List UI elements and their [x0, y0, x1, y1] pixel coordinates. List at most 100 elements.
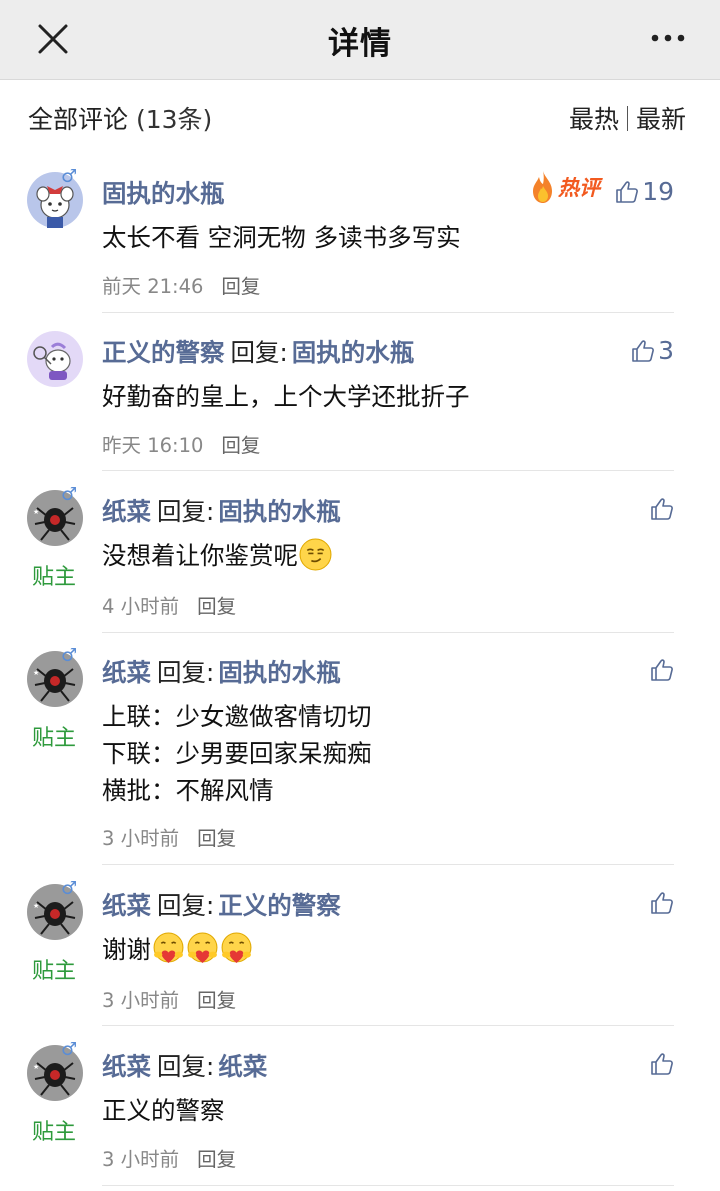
reply-button[interactable]: 回复	[197, 595, 236, 618]
like-button[interactable]: 19	[615, 177, 674, 206]
sort-divider	[626, 106, 628, 131]
comment-time: 3 小时前	[102, 1148, 180, 1171]
male-icon: ♂	[61, 878, 78, 899]
male-icon: ♂	[61, 1039, 78, 1060]
svg-text:★: ★	[33, 902, 39, 910]
reply-button[interactable]: 回复	[221, 434, 260, 457]
avatar[interactable]: ★ ♂	[27, 484, 83, 546]
comment-author[interactable]: 纸菜	[102, 658, 151, 687]
heart-hug-emoji-icon	[187, 932, 218, 963]
avatar[interactable]: ★ ♂	[27, 878, 83, 940]
comments-title-label: 全部评论	[28, 105, 129, 134]
comment-meta: 昨天 16:10 回复	[102, 429, 260, 458]
comments-title: 全部评论 (13条)	[28, 100, 212, 136]
comment-line: 下联：少男要回家呆痴痴	[102, 739, 372, 768]
thumbs-up-icon	[651, 659, 673, 681]
comment-author-line: 纸菜 回复: 正义的警察	[102, 887, 341, 922]
comment-meta: 4 小时前 回复	[102, 590, 236, 619]
comment-time: 4 小时前	[102, 595, 180, 618]
reply-target[interactable]: 固执的水瓶	[218, 497, 341, 526]
reply-button[interactable]: 回复	[197, 827, 236, 850]
comment-content: 正义的警察	[102, 1096, 225, 1125]
like-button[interactable]: 3	[631, 336, 674, 365]
male-icon: ♂	[61, 645, 78, 666]
comment-time: 昨天 16:10	[102, 434, 204, 457]
comment-author[interactable]: 正义的警察	[102, 338, 225, 367]
comment-author-line: 纸菜 回复: 纸菜	[102, 1048, 267, 1083]
comment-content: 太长不看 空洞无物 多读书多写实	[102, 223, 461, 252]
comment-author[interactable]: 固执的水瓶	[102, 179, 225, 208]
avatar[interactable]: ★ ♂	[27, 645, 83, 707]
reply-button[interactable]: 回复	[197, 1148, 236, 1171]
like-button[interactable]	[650, 658, 674, 682]
svg-text:★: ★	[33, 669, 39, 677]
comment-meta: 3 小时前 回复	[102, 822, 236, 851]
comment-meta: 3 小时前 回复	[102, 1143, 236, 1172]
male-icon: ♂	[61, 166, 78, 187]
avatar[interactable]	[27, 331, 83, 387]
sort-switch: 最热 最新	[569, 100, 686, 136]
reply-indicator: 回复:	[157, 891, 215, 920]
comment-time: 3 小时前	[102, 827, 180, 850]
comment-author[interactable]: 纸菜	[102, 497, 151, 526]
thumbs-up-icon	[632, 339, 655, 362]
like-button[interactable]	[650, 1052, 674, 1076]
comment-text: 没想着让你鉴赏呢	[102, 541, 298, 570]
comment-meta: 3 小时前 回复	[102, 984, 236, 1013]
reply-indicator: 回复:	[230, 338, 288, 367]
comment-time: 3 小时前	[102, 989, 180, 1012]
sort-new-button[interactable]: 最新	[636, 105, 686, 134]
male-icon: ♂	[61, 484, 78, 505]
comment-author-line: 正义的警察 回复: 固执的水瓶	[102, 334, 414, 369]
reply-target[interactable]: 固执的水瓶	[218, 658, 341, 687]
divider	[102, 864, 674, 865]
reply-indicator: 回复:	[157, 497, 215, 526]
reply-target[interactable]: 正义的警察	[218, 891, 341, 920]
reply-target[interactable]: 纸菜	[218, 1052, 267, 1081]
comments-count: (13条)	[135, 105, 213, 134]
thumbs-up-icon	[651, 1053, 673, 1075]
comment-content: 没想着让你鉴赏呢	[102, 537, 332, 574]
like-button[interactable]	[650, 497, 674, 521]
divider	[102, 1185, 674, 1186]
smirk-emoji-icon	[299, 538, 332, 571]
divider	[102, 1025, 674, 1026]
comment-author[interactable]: 纸菜	[102, 891, 151, 920]
like-count: 19	[642, 177, 674, 206]
thumbs-up-icon	[616, 180, 639, 203]
like-button[interactable]	[650, 891, 674, 915]
avatar[interactable]: ★ ♂	[27, 1039, 83, 1101]
comment-content: 好勤奋的皇上，上个大学还批折子	[102, 382, 470, 411]
divider	[102, 470, 674, 471]
reply-button[interactable]: 回复	[197, 989, 236, 1012]
comment-content: 谢谢	[102, 931, 253, 968]
navigation-bar: 详情	[0, 0, 720, 80]
like-count: 3	[658, 336, 674, 365]
comment-author-line: 纸菜 回复: 固执的水瓶	[102, 493, 341, 528]
comment-meta: 前天 21:46 回复	[102, 270, 260, 299]
avatar-image	[27, 331, 83, 387]
comment-time: 前天 21:46	[102, 275, 204, 298]
thumbs-up-icon	[651, 892, 673, 914]
more-icon[interactable]	[650, 32, 686, 44]
hot-comment-label: 热评	[558, 176, 600, 200]
avatar[interactable]: ♂	[27, 166, 83, 228]
op-badge: 贴主	[32, 959, 77, 984]
op-badge: 贴主	[32, 726, 77, 751]
sort-hot-button[interactable]: 最热	[569, 105, 619, 134]
hot-comment-badge: 热评	[530, 170, 600, 204]
comments-header: 全部评论 (13条) 最热 最新	[0, 80, 720, 156]
comment-author[interactable]: 纸菜	[102, 1052, 151, 1081]
op-badge: 贴主	[32, 565, 77, 590]
op-badge: 贴主	[32, 1120, 77, 1145]
reply-indicator: 回复:	[157, 1052, 215, 1081]
reply-button[interactable]: 回复	[221, 275, 260, 298]
comment-text: 谢谢	[102, 935, 151, 964]
divider	[102, 632, 674, 633]
thumbs-up-icon	[651, 498, 673, 520]
reply-indicator: 回复:	[157, 658, 215, 687]
heart-hug-emoji-icon	[221, 932, 252, 963]
svg-text:★: ★	[33, 508, 39, 516]
reply-target[interactable]: 固执的水瓶	[292, 338, 415, 367]
comment-content: 上联：少女邀做客情切切 下联：少男要回家呆痴痴 横批：不解风情	[102, 698, 372, 809]
